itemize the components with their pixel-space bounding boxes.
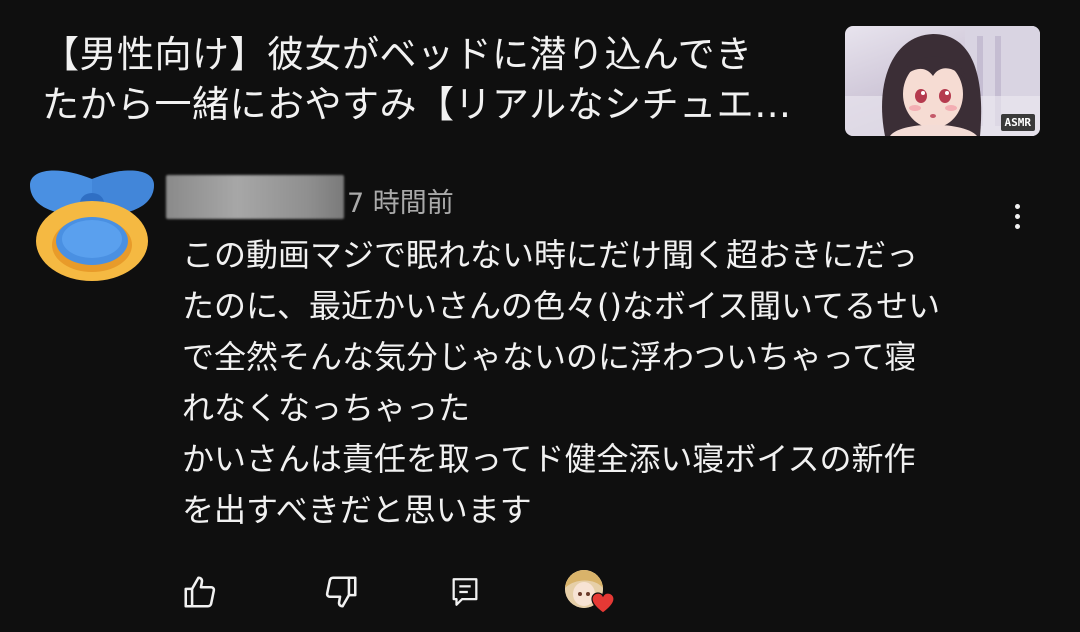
dislike-button[interactable] <box>321 572 361 612</box>
username-redacted[interactable] <box>166 175 344 219</box>
creator-heart-badge <box>565 570 617 618</box>
reply-button[interactable] <box>445 572 485 612</box>
asmr-badge: ASMR <box>1000 114 1035 131</box>
pacifier-avatar-icon[interactable] <box>20 165 164 285</box>
comment-line: たのに、最近かいさんの色々()なボイス聞いてるせい <box>182 287 941 325</box>
comment-line: を出すべきだと思います <box>182 491 532 529</box>
comment-line: かいさんは責任を取ってド健全添い寝ボイスの新作 <box>182 440 916 478</box>
video-title[interactable]: 【男性向け】彼女がベッドに潜り込んでき たから一緒におやすみ【リアルなシチュエ… <box>42 30 832 130</box>
comment-line: れなくなっちゃった <box>182 389 471 427</box>
comment-body: この動画マジで眠れない時にだけ聞く超おきにだっ たのに、最近かいさんの色々()な… <box>182 230 1042 536</box>
comment-timestamp[interactable]: 7 時間前 <box>347 186 454 222</box>
comment-line: この動画マジで眠れない時にだけ聞く超おきにだっ <box>182 236 919 274</box>
heart-icon <box>591 592 615 614</box>
thumb-down-icon <box>325 576 357 608</box>
more-dot <box>1014 213 1020 219</box>
comment-line: で全然そんな気分じゃないのに浮わついちゃって寝 <box>182 338 917 376</box>
video-title-line-1: 【男性向け】彼女がベッドに潜り込んでき <box>42 33 753 76</box>
like-button[interactable] <box>180 572 220 612</box>
video-thumbnail[interactable]: ASMR <box>845 26 1040 136</box>
more-dot <box>1014 223 1020 229</box>
more-dot <box>1014 203 1020 209</box>
comment-icon <box>452 578 478 606</box>
thumb-up-icon <box>184 576 216 608</box>
video-title-line-2: たから一緒におやすみ【リアルなシチュエ… <box>42 83 792 126</box>
